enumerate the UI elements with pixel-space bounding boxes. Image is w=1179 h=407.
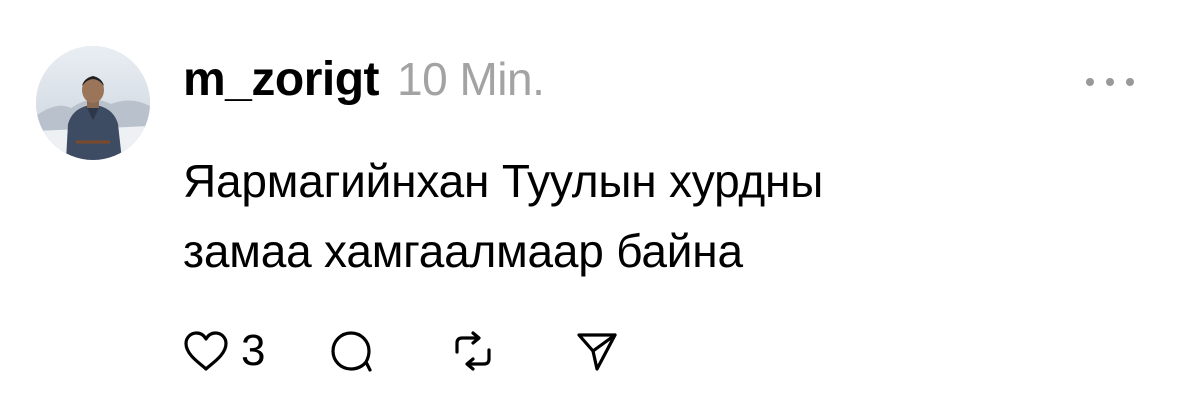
speech-bubble-icon <box>331 331 373 372</box>
more-horizontal-icon <box>1086 78 1094 86</box>
action-bar: 3 <box>183 326 619 376</box>
like-count: 3 <box>241 326 266 375</box>
repost-arrows-icon <box>455 331 492 371</box>
post-text-line: замаа хамгаалмаар байна <box>183 225 743 277</box>
username-link[interactable]: m_zorigt <box>183 52 380 107</box>
paper-plane-icon <box>577 333 618 371</box>
share-button[interactable] <box>575 329 619 373</box>
repost-button[interactable] <box>451 329 495 373</box>
post-header: m_zorigt 10 Min. <box>183 52 545 112</box>
comment-button[interactable] <box>329 329 373 373</box>
post-text-line: Яармагийнхан Туулын хурдны <box>183 155 824 207</box>
avatar[interactable] <box>36 46 150 160</box>
more-dot <box>1106 78 1114 86</box>
more-dot <box>1126 78 1134 86</box>
like-button[interactable]: 3 <box>183 326 265 376</box>
post-timestamp: 10 Min. <box>397 53 545 105</box>
heart-icon <box>184 331 228 371</box>
post-card: m_zorigt 10 Min. Яармагийнхан Туулын хур… <box>0 0 1179 407</box>
post-text: Яармагийнхан Туулын хурдны замаа хамгаал… <box>183 146 1123 286</box>
more-options-button[interactable] <box>1086 70 1134 94</box>
avatar-image <box>36 46 150 160</box>
